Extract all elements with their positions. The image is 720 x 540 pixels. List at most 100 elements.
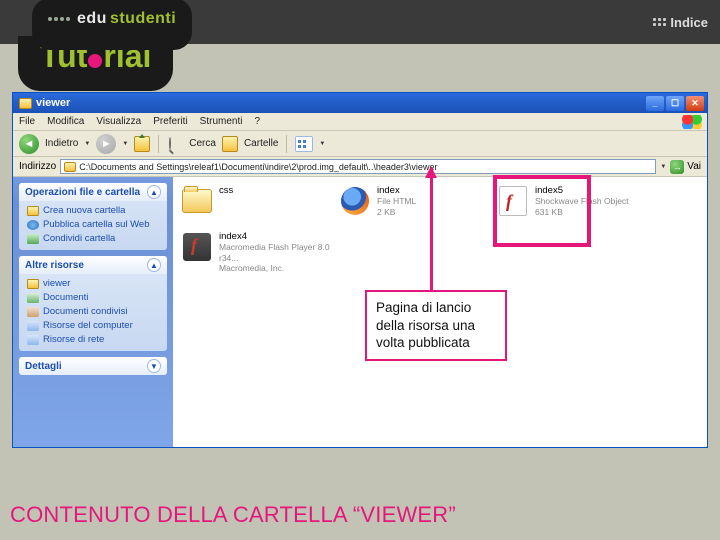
callout-arrow-icon bbox=[430, 168, 433, 292]
brand-white: edu bbox=[77, 10, 107, 28]
task-shared-docs[interactable]: Documenti condivisi bbox=[27, 306, 159, 317]
menu-favorites[interactable]: Preferiti bbox=[147, 116, 193, 127]
slide: edustudenti Indice Tutrial viewer _ ☐ ✕ … bbox=[0, 0, 720, 540]
task-title-details: Dettagli bbox=[25, 361, 62, 372]
tutorial-dot-icon bbox=[88, 54, 102, 68]
task-group-other: Altre risorse ▲ viewer Documenti Documen… bbox=[19, 256, 167, 351]
menu-view[interactable]: Visualizza bbox=[90, 116, 147, 127]
file-size: 2 KB bbox=[377, 207, 416, 217]
maximize-button[interactable]: ☐ bbox=[666, 96, 684, 111]
indice-logo: Indice bbox=[653, 15, 708, 30]
task-documents[interactable]: Documenti bbox=[27, 292, 159, 303]
forward-dropdown-icon[interactable]: ▼ bbox=[122, 141, 128, 147]
address-path: C:\Documents and Settings\releaf1\Docume… bbox=[79, 162, 437, 172]
task-my-computer[interactable]: Risorse del computer bbox=[27, 320, 159, 331]
collapse-icon[interactable]: ▲ bbox=[147, 258, 161, 272]
brand-dots-icon bbox=[48, 17, 70, 21]
task-share-folder[interactable]: Condividi cartella bbox=[27, 233, 159, 244]
address-folder-icon bbox=[64, 162, 76, 172]
forward-button[interactable]: ► bbox=[96, 134, 116, 154]
address-bar: Indirizzo C:\Documents and Settings\rele… bbox=[13, 157, 707, 177]
task-label: Condividi cartella bbox=[43, 233, 115, 244]
brand-pill: edustudenti bbox=[32, 0, 192, 50]
search-label[interactable]: Cerca bbox=[189, 138, 216, 149]
swf-icon bbox=[499, 186, 527, 216]
file-name: index4 bbox=[219, 231, 341, 242]
file-item-css[interactable]: css bbox=[181, 185, 329, 217]
top-bar: edustudenti Indice bbox=[0, 0, 720, 44]
callout-box: Pagina di lancio della risorsa una volta… bbox=[365, 290, 507, 361]
new-folder-icon bbox=[27, 206, 39, 216]
menu-tools[interactable]: Strumenti bbox=[194, 116, 249, 127]
folder-icon bbox=[19, 98, 32, 109]
expand-icon[interactable]: ▼ bbox=[147, 359, 161, 373]
task-label: viewer bbox=[43, 278, 70, 289]
go-arrow-icon: → bbox=[670, 160, 684, 174]
callout-text: Pagina di lancio della risorsa una volta… bbox=[376, 300, 475, 350]
task-label: Documenti condivisi bbox=[43, 306, 127, 317]
task-network[interactable]: Risorse di rete bbox=[27, 334, 159, 345]
menu-edit[interactable]: Modifica bbox=[41, 116, 90, 127]
minimize-button[interactable]: _ bbox=[646, 96, 664, 111]
my-computer-icon bbox=[27, 321, 39, 331]
back-button[interactable]: ◄ bbox=[19, 134, 39, 154]
collapse-icon[interactable]: ▲ bbox=[147, 185, 161, 199]
window-title: viewer bbox=[36, 97, 70, 109]
task-head-other[interactable]: Altre risorse ▲ bbox=[19, 256, 167, 274]
back-dropdown-icon[interactable]: ▼ bbox=[84, 141, 90, 147]
task-label: Crea nuova cartella bbox=[43, 205, 125, 216]
task-head-file-ops[interactable]: Operazioni file e cartella ▲ bbox=[19, 183, 167, 201]
folders-label[interactable]: Cartelle bbox=[244, 138, 278, 149]
views-button[interactable] bbox=[295, 136, 313, 152]
firefox-icon bbox=[341, 187, 369, 215]
close-button[interactable]: ✕ bbox=[686, 96, 704, 111]
file-vendor: Macromedia, Inc. bbox=[219, 263, 341, 273]
task-new-folder[interactable]: Crea nuova cartella bbox=[27, 205, 159, 216]
folder-icon bbox=[182, 189, 212, 213]
task-label: Risorse di rete bbox=[43, 334, 104, 345]
task-viewer[interactable]: viewer bbox=[27, 278, 159, 289]
file-name: index bbox=[377, 185, 416, 196]
file-type: File HTML bbox=[377, 196, 416, 206]
back-label[interactable]: Indietro bbox=[45, 138, 78, 149]
file-item-index[interactable]: index File HTML 2 KB bbox=[339, 185, 487, 217]
shared-docs-icon bbox=[27, 307, 39, 317]
title-bar[interactable]: viewer _ ☐ ✕ bbox=[13, 93, 707, 113]
toolbar: ◄ Indietro ▼ ► ▼ Cerca Cartelle ▼ bbox=[13, 131, 707, 157]
go-label: Vai bbox=[687, 161, 701, 172]
explorer-body: Operazioni file e cartella ▲ Crea nuova … bbox=[13, 177, 707, 447]
file-type: Macromedia Flash Player 8.0 r34... bbox=[219, 242, 341, 262]
folder-icon bbox=[27, 279, 39, 289]
brand-green: studenti bbox=[110, 10, 176, 28]
address-dropdown-icon[interactable]: ▼ bbox=[660, 164, 666, 170]
menu-help[interactable]: ? bbox=[248, 116, 266, 127]
file-item-index4[interactable]: index4 Macromedia Flash Player 8.0 r34..… bbox=[181, 231, 341, 273]
menu-file[interactable]: File bbox=[13, 116, 41, 127]
views-dropdown-icon[interactable]: ▼ bbox=[319, 141, 325, 147]
search-button[interactable] bbox=[167, 136, 183, 152]
task-publish-web[interactable]: Pubblica cartella sul Web bbox=[27, 219, 159, 230]
task-head-details[interactable]: Dettagli ▼ bbox=[19, 357, 167, 375]
windows-flag-icon bbox=[681, 115, 703, 129]
address-label: Indirizzo bbox=[19, 161, 56, 172]
slide-caption: CONTENUTO DELLA CARTELLA “VIEWER” bbox=[10, 502, 456, 528]
share-icon bbox=[27, 234, 39, 244]
task-group-file-ops: Operazioni file e cartella ▲ Crea nuova … bbox=[19, 183, 167, 250]
task-title-file-ops: Operazioni file e cartella bbox=[25, 187, 140, 198]
task-label: Documenti bbox=[43, 292, 88, 303]
file-name: css bbox=[219, 185, 233, 196]
up-button[interactable] bbox=[134, 136, 150, 152]
indice-dots-icon bbox=[653, 18, 666, 26]
menu-bar: File Modifica Visualizza Preferiti Strum… bbox=[13, 113, 707, 131]
folders-button[interactable] bbox=[222, 136, 238, 152]
toolbar-separator bbox=[286, 135, 287, 153]
network-icon bbox=[27, 335, 39, 345]
file-size: 631 KB bbox=[535, 207, 629, 217]
go-button[interactable]: → Vai bbox=[670, 160, 701, 174]
file-type: Shockwave Flash Object bbox=[535, 196, 629, 206]
file-name: index5 bbox=[535, 185, 629, 196]
file-item-index5[interactable]: index5 Shockwave Flash Object 631 KB bbox=[497, 185, 645, 217]
flash-player-icon bbox=[183, 233, 211, 261]
documents-icon bbox=[27, 293, 39, 303]
address-input[interactable]: C:\Documents and Settings\releaf1\Docume… bbox=[60, 159, 656, 174]
